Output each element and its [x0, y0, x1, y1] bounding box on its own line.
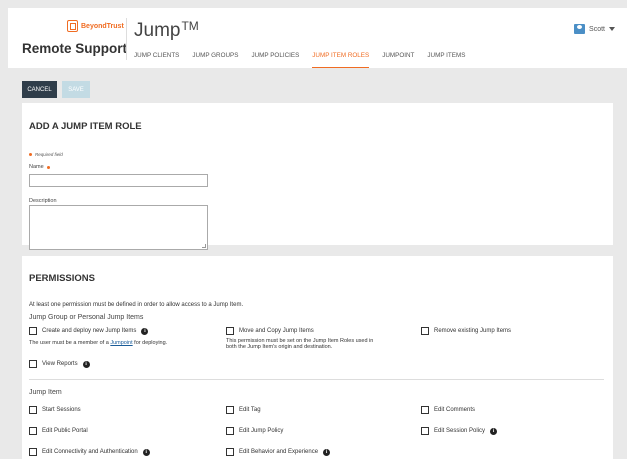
checkbox-box[interactable]: [226, 327, 234, 335]
user-card-icon: [574, 24, 586, 34]
checkbox-label: Move and Copy Jump Items: [239, 328, 314, 334]
checkbox-edit-behavior[interactable]: Edit Behavior and Experience i: [226, 448, 331, 456]
required-note: Required field: [29, 152, 63, 157]
checkbox-edit-session-policy[interactable]: Edit Session Policy i: [421, 427, 498, 435]
move-copy-subtext-line2: both the Jump Item's origin and destinat…: [226, 344, 333, 350]
checkbox-label: Edit Jump Policy: [239, 428, 284, 434]
description-textarea[interactable]: [29, 205, 208, 250]
chevron-down-icon: [609, 27, 615, 31]
header: BeyondTrust Remote Support JumpTM JUMP C…: [8, 8, 627, 68]
name-label-text: Name: [29, 164, 44, 170]
checkbox-edit-tag[interactable]: Edit Tag: [226, 406, 261, 414]
info-icon[interactable]: i: [323, 448, 331, 456]
required-dot-icon: [29, 153, 32, 156]
permissions-note: At least one permission must be defined …: [29, 302, 244, 308]
permissions-title: PERMISSIONS: [29, 273, 95, 284]
page-title: JumpTM: [134, 19, 199, 42]
trademark-symbol: TM: [181, 19, 199, 33]
required-dot-icon: [46, 165, 50, 169]
page-title-text: Jump: [134, 20, 181, 41]
checkbox-edit-comments[interactable]: Edit Comments: [421, 406, 475, 414]
checkbox-edit-public-portal[interactable]: Edit Public Portal: [29, 427, 88, 435]
checkbox-label: Edit Session Policy: [434, 428, 486, 434]
checkbox-label: View Reports: [42, 361, 78, 367]
save-button[interactable]: SAVE: [62, 81, 90, 98]
checkbox-box[interactable]: [421, 327, 429, 335]
checkbox-label: Edit Public Portal: [42, 428, 88, 434]
description-label: Description: [29, 198, 57, 204]
tab-jump-items[interactable]: JUMP ITEMS: [427, 52, 465, 68]
checkbox-create-deploy[interactable]: Create and deploy new Jump Items i: [29, 327, 149, 335]
tab-jumpoint[interactable]: JUMPOINT: [382, 52, 414, 68]
add-role-card: ADD A JUMP ITEM ROLE Required field Name…: [22, 103, 613, 250]
info-icon[interactable]: i: [142, 448, 150, 456]
checkbox-box[interactable]: [226, 427, 234, 435]
checkbox-box[interactable]: [226, 406, 234, 414]
app-name: Remote Support: [22, 41, 128, 56]
brand-logo: BeyondTrust: [67, 20, 124, 32]
permissions-card: PERMISSIONS At least one permission must…: [22, 256, 613, 459]
checkbox-label: Edit Tag: [239, 407, 261, 413]
item-section-title: Jump Item: [29, 389, 62, 396]
checkbox-start-sessions[interactable]: Start Sessions: [29, 406, 81, 414]
info-icon[interactable]: i: [141, 327, 149, 335]
checkbox-edit-connectivity[interactable]: Edit Connectivity and Authentication i: [29, 448, 150, 456]
checkbox-edit-jump-policy[interactable]: Edit Jump Policy: [226, 427, 283, 435]
form-title: ADD A JUMP ITEM ROLE: [29, 121, 142, 132]
checkbox-box[interactable]: [421, 427, 429, 435]
tab-jump-clients[interactable]: JUMP CLIENTS: [134, 52, 179, 68]
checkbox-box[interactable]: [29, 406, 37, 414]
user-menu[interactable]: Scott: [574, 24, 615, 34]
checkbox-label: Remove existing Jump Items: [434, 328, 512, 334]
create-deploy-subtext: The user must be a member of a Jumpoint …: [29, 340, 167, 346]
beyondtrust-logo-icon: [67, 20, 78, 32]
move-copy-subtext: This permission must be set on the Jump …: [226, 338, 373, 350]
info-icon[interactable]: i: [490, 427, 498, 435]
required-note-text: Required field: [35, 152, 63, 157]
group-section-title: Jump Group or Personal Jump Items: [29, 314, 144, 321]
checkbox-label: Create and deploy new Jump Items: [42, 328, 137, 334]
app-window: BeyondTrust Remote Support JumpTM JUMP C…: [8, 8, 627, 459]
user-name: Scott: [589, 25, 605, 33]
checkbox-move-copy[interactable]: Move and Copy Jump Items: [226, 327, 314, 335]
name-input[interactable]: [29, 174, 208, 187]
tab-jump-policies[interactable]: JUMP POLICIES: [251, 52, 299, 68]
logo-text: BeyondTrust: [81, 22, 124, 30]
subtext-suffix: for deploying.: [132, 340, 168, 346]
checkbox-box[interactable]: [421, 406, 429, 414]
cancel-button[interactable]: CANCEL: [22, 81, 57, 98]
nav-tabs: JUMP CLIENTS JUMP GROUPS JUMP POLICIES J…: [134, 52, 478, 68]
checkbox-box[interactable]: [29, 360, 37, 368]
name-label: Name: [29, 164, 50, 170]
tab-jump-groups[interactable]: JUMP GROUPS: [192, 52, 238, 68]
checkbox-box[interactable]: [29, 327, 37, 335]
checkbox-label: Start Sessions: [42, 407, 81, 413]
resize-grip-icon[interactable]: [202, 244, 206, 248]
tab-jump-item-roles[interactable]: JUMP ITEM ROLES: [312, 52, 370, 68]
checkbox-label: Edit Connectivity and Authentication: [42, 449, 138, 455]
info-icon[interactable]: i: [82, 360, 90, 368]
header-divider: [126, 18, 127, 60]
checkbox-label: Edit Behavior and Experience: [239, 449, 319, 455]
checkbox-remove-existing[interactable]: Remove existing Jump Items: [421, 327, 511, 335]
checkbox-view-reports[interactable]: View Reports i: [29, 360, 90, 368]
checkbox-label: Edit Comments: [434, 407, 476, 413]
checkbox-box[interactable]: [29, 448, 37, 456]
subtext-prefix: The user must be a member of a: [29, 340, 111, 346]
section-divider: [29, 379, 604, 380]
checkbox-box[interactable]: [29, 427, 37, 435]
checkbox-box[interactable]: [226, 448, 234, 456]
jumpoint-link[interactable]: Jumpoint: [110, 340, 132, 346]
